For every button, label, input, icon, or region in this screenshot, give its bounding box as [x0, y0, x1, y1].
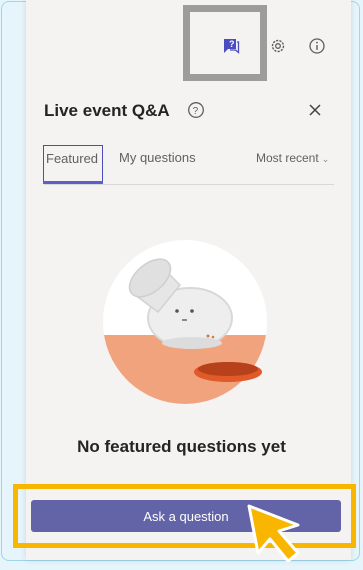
sort-label: Most recent: [256, 151, 319, 165]
empty-state-message: No featured questions yet: [77, 437, 286, 456]
tabs-divider: [44, 184, 334, 185]
svg-text:?: ?: [193, 106, 199, 117]
pointer-cursor-icon: [246, 503, 306, 570]
tab-featured-label: Featured: [46, 150, 99, 166]
panel-title: Live event Q&A: [44, 101, 170, 120]
tab-selected-underline: [43, 181, 103, 184]
chevron-down-icon: ⌄: [321, 154, 330, 164]
toolbar-highlight-frame: [183, 5, 267, 81]
close-icon: [309, 104, 321, 116]
close-button[interactable]: [305, 100, 325, 120]
tab-my-questions[interactable]: My questions: [119, 150, 196, 165]
tab-my-questions-label: My questions: [119, 150, 196, 165]
empty-jar-illustration: [80, 240, 290, 410]
gear-icon[interactable]: [268, 36, 288, 56]
info-icon[interactable]: [307, 36, 327, 56]
sort-dropdown[interactable]: Most recent ⌄: [256, 151, 329, 165]
help-circle-icon[interactable]: ?: [187, 101, 205, 119]
tab-featured[interactable]: Featured: [43, 145, 103, 183]
